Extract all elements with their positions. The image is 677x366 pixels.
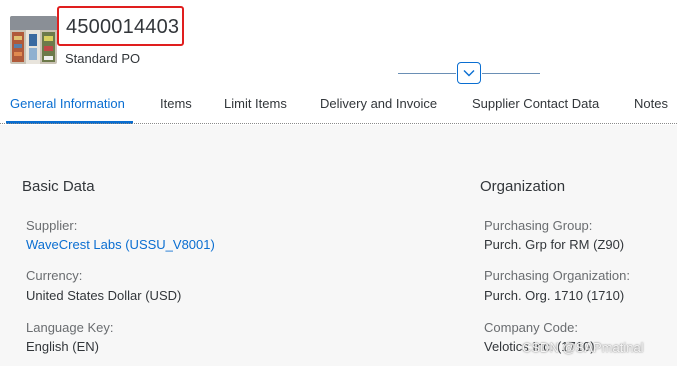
currency-value: United States Dollar (USD)	[26, 288, 182, 303]
tab-notes[interactable]: Notes	[634, 96, 668, 111]
header-divider-left	[398, 73, 456, 74]
supplier-label: Supplier:	[26, 218, 78, 233]
supplier-link[interactable]: WaveCrest Labs (USSU_V8001)	[26, 237, 215, 252]
purchasing-group-value: Purch. Grp for RM (Z90)	[484, 237, 625, 252]
po-type: Standard PO	[65, 51, 141, 66]
general-information-section: Basic Data Supplier: WaveCrest Labs (USS…	[0, 125, 677, 366]
object-header: 4500014403 Standard PO General Informati…	[0, 0, 677, 124]
watermark: CSDN @SAPmatinal	[522, 340, 644, 355]
chevron-down-icon	[463, 70, 475, 77]
language-key-value: English (EN)	[26, 339, 99, 354]
company-code-label: Company Code:	[484, 320, 578, 335]
tab-supplier-contact-data[interactable]: Supplier Contact Data	[472, 96, 599, 111]
tab-bar: General Information Items Limit Items De…	[0, 92, 677, 124]
tab-general-information[interactable]: General Information	[10, 96, 125, 111]
purchasing-organization-label: Purchasing Organization:	[484, 268, 630, 283]
tab-limit-items[interactable]: Limit Items	[224, 96, 287, 111]
tab-bar-border	[0, 123, 677, 124]
header-collapse-button[interactable]	[457, 62, 481, 84]
purchasing-group-label: Purchasing Group:	[484, 218, 593, 233]
language-key-label: Language Key:	[26, 320, 114, 335]
header-divider-right	[482, 73, 540, 74]
organization-title: Organization	[480, 178, 566, 195]
currency-label: Currency:	[26, 268, 83, 283]
purchasing-organization-value: Purch. Org. 1710 (1710)	[484, 288, 625, 303]
basic-data-title: Basic Data	[22, 178, 95, 195]
product-image	[10, 16, 57, 64]
tab-delivery-and-invoice[interactable]: Delivery and Invoice	[320, 96, 437, 111]
po-number: 4500014403	[66, 16, 180, 38]
tab-items[interactable]: Items	[160, 96, 192, 111]
